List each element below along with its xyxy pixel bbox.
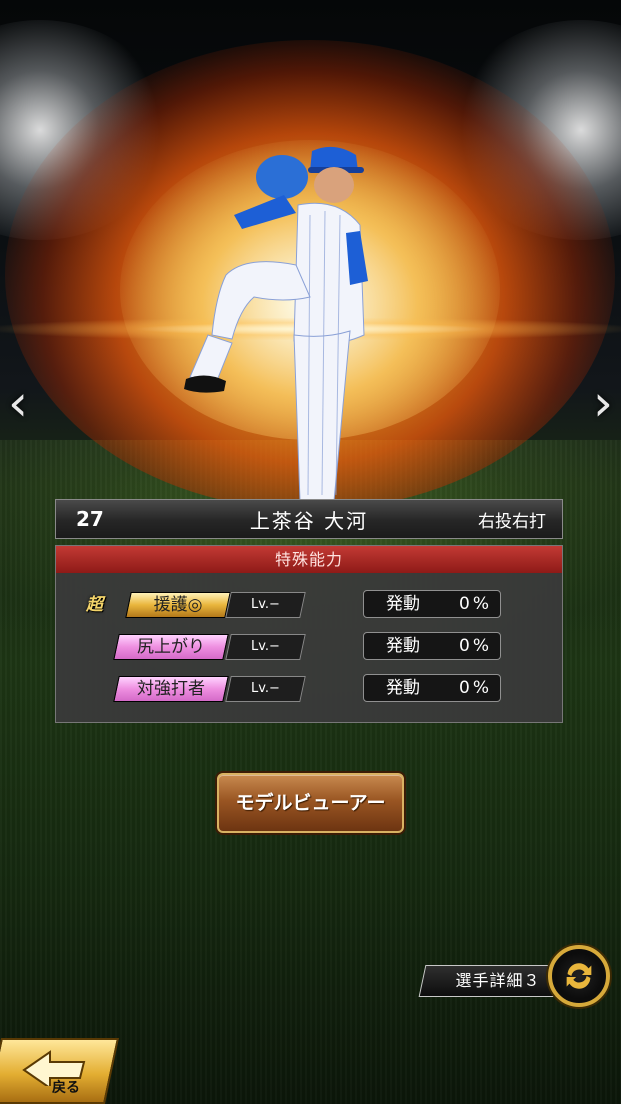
player-detail-label[interactable]: 選手詳細３ (438, 965, 558, 997)
activation-status: 発動 0% (363, 590, 501, 618)
ability-name: 尻上がり (137, 637, 205, 657)
swap-arrows-icon[interactable] (548, 945, 610, 1007)
player-figure (180, 135, 400, 505)
ability-row[interactable]: 対強打者 Lv.− 発動 0% (56, 674, 562, 704)
chevron-left-icon[interactable]: ‹ (8, 378, 28, 428)
activation-label: 発動 (386, 636, 420, 656)
activation-value: 0% (459, 678, 492, 698)
super-prefix: 超 (86, 595, 103, 615)
ability-name: 援護◎ (153, 595, 203, 615)
ability-level: Lv.− (251, 597, 280, 612)
abilities-header: 特殊能力 (56, 546, 562, 573)
activation-label: 発動 (386, 594, 420, 614)
ability-row[interactable]: 超 援護◎ Lv.− 発動 0% (56, 590, 562, 620)
model-viewer-button[interactable]: モデルビューアー (217, 773, 404, 833)
ability-level: Lv.− (251, 639, 280, 654)
back-label[interactable]: 戻る (52, 1077, 80, 1097)
player-throw-bat: 右投右打 (478, 511, 546, 532)
activation-value: 0% (459, 636, 492, 656)
ability-row[interactable]: 尻上がり Lv.− 発動 0% (56, 632, 562, 662)
player-name-bar: 27 上茶谷 大河 右投右打 (55, 499, 563, 539)
chevron-right-icon[interactable]: › (593, 378, 613, 428)
special-abilities-panel: 特殊能力 超 援護◎ Lv.− 発動 0% 尻上がり Lv.− 発動 0% 対強… (55, 545, 563, 723)
field-turf (0, 440, 621, 1104)
ability-level: Lv.− (251, 681, 280, 696)
activation-status: 発動 0% (363, 674, 501, 702)
activation-label: 発動 (386, 678, 420, 698)
activation-value: 0% (459, 594, 492, 614)
activation-status: 発動 0% (363, 632, 501, 660)
ability-name: 対強打者 (137, 679, 205, 699)
